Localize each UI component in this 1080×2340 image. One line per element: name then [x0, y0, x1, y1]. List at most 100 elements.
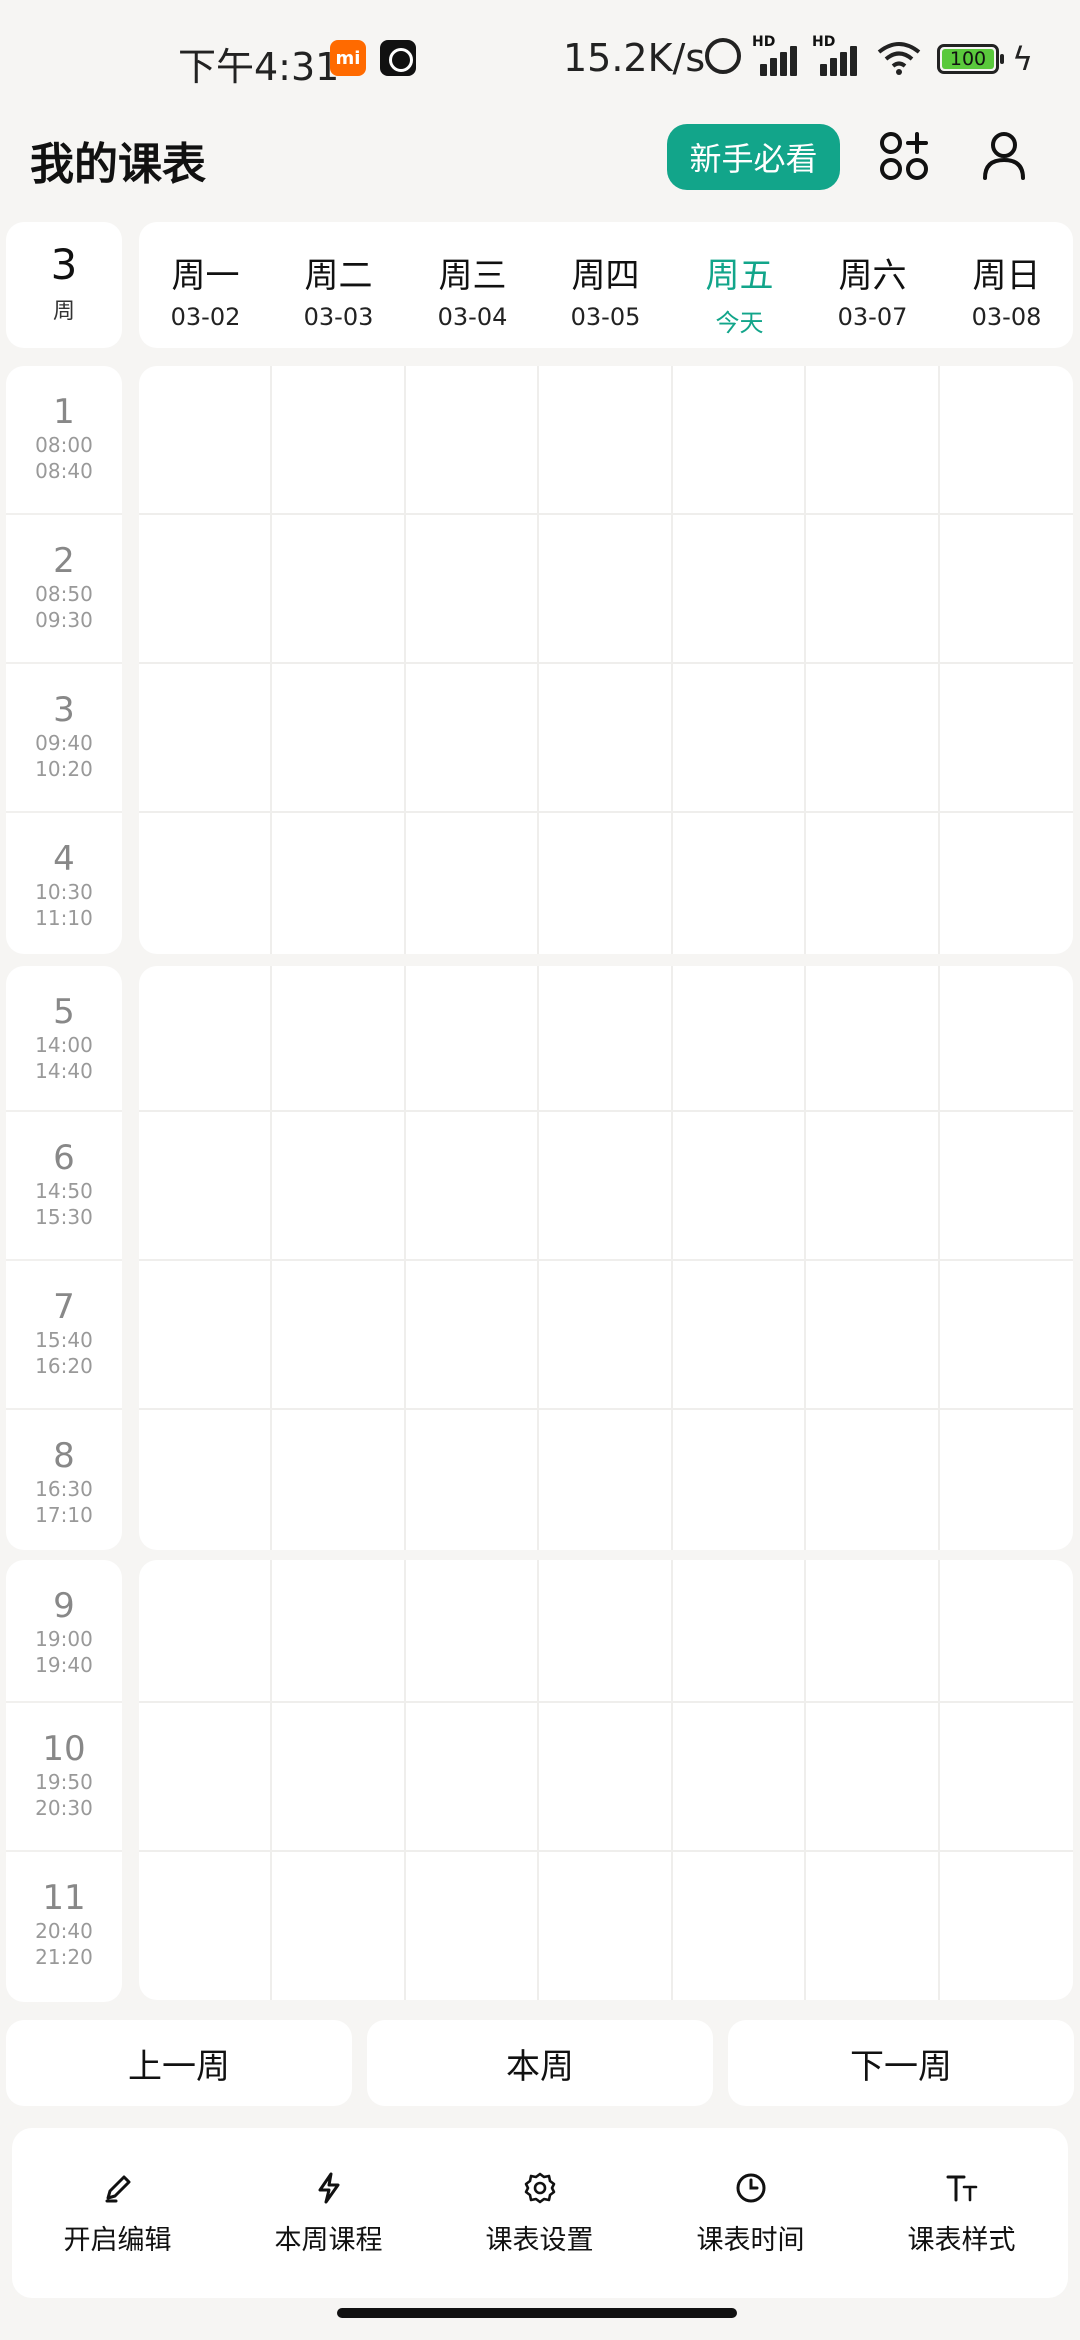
schedule-cell[interactable]: [806, 515, 940, 664]
schedule-cell[interactable]: [406, 1112, 539, 1261]
schedule-cell[interactable]: [139, 366, 272, 515]
schedule-cell[interactable]: [139, 1703, 272, 1852]
schedule-cell[interactable]: [940, 366, 1073, 515]
schedule-cell[interactable]: [139, 1410, 272, 1550]
day-date: 03-05: [570, 303, 641, 331]
beginner-guide-button[interactable]: 新手必看: [667, 124, 840, 190]
schedule-cell[interactable]: [272, 1703, 406, 1852]
week-courses-button[interactable]: 本周课程: [223, 2128, 434, 2298]
apps-add-icon[interactable]: [878, 130, 930, 182]
schedule-cell[interactable]: [806, 1703, 940, 1852]
schedule-cell[interactable]: [406, 966, 539, 1112]
schedule-cell[interactable]: [673, 813, 806, 954]
schedule-cell[interactable]: [940, 1410, 1073, 1550]
schedule-cell[interactable]: [139, 1261, 272, 1410]
schedule-cell[interactable]: [139, 515, 272, 664]
schedule-cell[interactable]: [940, 813, 1073, 954]
schedule-cell[interactable]: [940, 1261, 1073, 1410]
schedule-cell[interactable]: [272, 813, 406, 954]
schedule-cell[interactable]: [673, 1112, 806, 1261]
schedule-cell[interactable]: [539, 515, 673, 664]
schedule-cell[interactable]: [673, 1703, 806, 1852]
this-week-button[interactable]: 本周: [367, 2020, 713, 2106]
schedule-cell[interactable]: [539, 1261, 673, 1410]
schedule-cell[interactable]: [539, 1852, 673, 2000]
schedule-cell[interactable]: [406, 366, 539, 515]
enable-edit-button[interactable]: 开启编辑: [12, 2128, 223, 2298]
schedule-cell[interactable]: [139, 664, 272, 813]
schedule-cell[interactable]: [673, 1852, 806, 2000]
schedule-cell[interactable]: [806, 1261, 940, 1410]
schedule-cell[interactable]: [940, 664, 1073, 813]
schedule-cell[interactable]: [139, 966, 272, 1112]
schedule-cell[interactable]: [539, 366, 673, 515]
schedule-style-button[interactable]: 课表样式: [856, 2128, 1067, 2298]
schedule-settings-button[interactable]: 课表设置: [434, 2128, 645, 2298]
schedule-cell[interactable]: [539, 664, 673, 813]
schedule-cell[interactable]: [406, 1410, 539, 1550]
schedule-cell[interactable]: [940, 1852, 1073, 2000]
schedule-cell[interactable]: [806, 366, 940, 515]
schedule-cell[interactable]: [272, 1261, 406, 1410]
schedule-cell[interactable]: [806, 813, 940, 954]
schedule-cell[interactable]: [272, 1560, 406, 1703]
schedule-cell[interactable]: [139, 1112, 272, 1261]
schedule-cell[interactable]: [673, 515, 806, 664]
day-name: 周五: [705, 256, 774, 296]
schedule-cell[interactable]: [406, 1852, 539, 2000]
schedule-cell[interactable]: [940, 1112, 1073, 1261]
schedule-cell[interactable]: [406, 515, 539, 664]
schedule-cell[interactable]: [806, 1112, 940, 1261]
home-indicator[interactable]: [337, 2308, 737, 2318]
schedule-cell[interactable]: [406, 1560, 539, 1703]
schedule-cell[interactable]: [673, 966, 806, 1112]
schedule-cell[interactable]: [272, 1852, 406, 2000]
schedule-cell[interactable]: [940, 515, 1073, 664]
schedule-cell[interactable]: [539, 1560, 673, 1703]
schedule-cell[interactable]: [272, 366, 406, 515]
period-end: 15:30: [35, 1205, 93, 1229]
schedule-cell[interactable]: [673, 1560, 806, 1703]
schedule-cell[interactable]: [806, 1410, 940, 1550]
schedule-cell[interactable]: [139, 1560, 272, 1703]
week-number-box[interactable]: 3 周: [6, 222, 122, 348]
schedule-cell[interactable]: [272, 1112, 406, 1261]
schedule-cell[interactable]: [940, 1703, 1073, 1852]
schedule-time-button[interactable]: 课表时间: [645, 2128, 856, 2298]
schedule-cell[interactable]: [272, 515, 406, 664]
schedule-cell[interactable]: [673, 664, 806, 813]
schedule-cell[interactable]: [139, 1852, 272, 2000]
schedule-cell[interactable]: [806, 1852, 940, 2000]
schedule-cell[interactable]: [539, 1112, 673, 1261]
schedule-cell[interactable]: [806, 664, 940, 813]
previous-week-button[interactable]: 上一周: [6, 2020, 352, 2106]
hd-label: HD: [752, 34, 776, 50]
schedule-cell[interactable]: [406, 1703, 539, 1852]
schedule-cell[interactable]: [673, 1410, 806, 1550]
schedule-cell[interactable]: [539, 1410, 673, 1550]
schedule-cell[interactable]: [272, 966, 406, 1112]
schedule-cell[interactable]: [406, 813, 539, 954]
gear-icon: [524, 2172, 555, 2204]
schedule-cell[interactable]: [806, 966, 940, 1112]
schedule-cell[interactable]: [940, 1560, 1073, 1703]
period-start: 10:30: [35, 880, 93, 904]
schedule-cell[interactable]: [806, 1560, 940, 1703]
pencil-icon: [105, 2175, 130, 2203]
schedule-cell[interactable]: [539, 813, 673, 954]
next-week-button[interactable]: 下一周: [728, 2020, 1074, 2106]
schedule-cell[interactable]: [539, 1703, 673, 1852]
schedule-cell[interactable]: [406, 664, 539, 813]
schedule-cell[interactable]: [139, 813, 272, 954]
schedule-cell[interactable]: [673, 366, 806, 515]
clock-icon: [736, 2173, 765, 2203]
period-start: 20:40: [35, 1919, 93, 1943]
schedule-cell[interactable]: [673, 1261, 806, 1410]
alarm-icon: [705, 38, 741, 74]
schedule-cell[interactable]: [539, 966, 673, 1112]
schedule-cell[interactable]: [940, 966, 1073, 1112]
schedule-cell[interactable]: [272, 1410, 406, 1550]
schedule-cell[interactable]: [272, 664, 406, 813]
user-profile-icon[interactable]: [978, 130, 1030, 182]
schedule-cell[interactable]: [406, 1261, 539, 1410]
